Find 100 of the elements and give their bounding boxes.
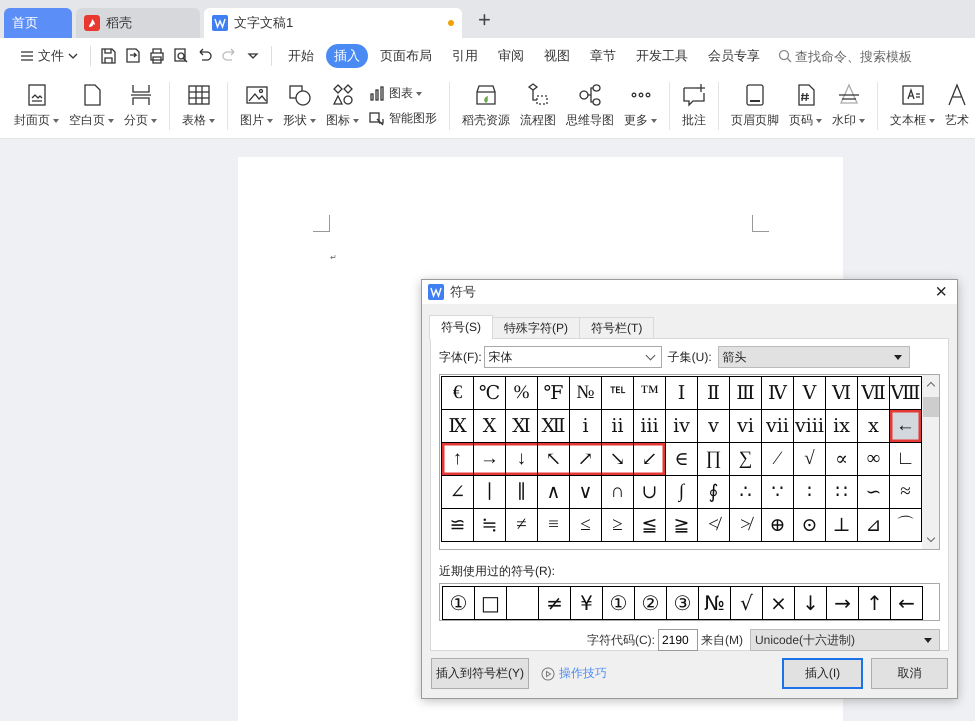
symbol-cell[interactable]: Ⅲ bbox=[730, 377, 762, 410]
ribbon-button[interactable]: 更多 bbox=[620, 83, 661, 129]
recent-symbol-cell[interactable]: → bbox=[826, 586, 859, 620]
symbol-cell[interactable]: ∝ bbox=[826, 443, 858, 476]
symbol-cell[interactable]: ∫ bbox=[666, 476, 698, 509]
symbol-cell[interactable]: ∴ bbox=[730, 476, 762, 509]
symbol-cell[interactable]: ∑ bbox=[730, 443, 762, 476]
symbol-cell[interactable]: ⅶ bbox=[762, 410, 794, 443]
recent-symbol-cell[interactable]: ¥ bbox=[570, 586, 603, 620]
recent-symbol-cell[interactable]: ≠ bbox=[538, 586, 571, 620]
symbol-cell[interactable]: ↖ bbox=[538, 443, 570, 476]
symbol-cell[interactable]: ℃ bbox=[474, 377, 506, 410]
symbol-cell[interactable]: ∧ bbox=[538, 476, 570, 509]
symbol-cell[interactable]: ⅵ bbox=[730, 410, 762, 443]
document-tab[interactable]: 文字文稿1 bbox=[204, 8, 462, 38]
symbol-cell[interactable]: ≦ bbox=[634, 509, 666, 542]
recent-symbol-cell[interactable]: № bbox=[698, 586, 731, 620]
ribbon-button[interactable]: 智能图形 bbox=[365, 110, 441, 127]
recent-symbol-cell[interactable]: ← bbox=[890, 586, 923, 620]
symbol-cell[interactable]: ↗ bbox=[570, 443, 602, 476]
symbol-cell[interactable]: Ⅰ bbox=[666, 377, 698, 410]
symbol-cell[interactable]: ∨ bbox=[570, 476, 602, 509]
ribbon-tab[interactable]: 审阅 bbox=[490, 44, 532, 68]
ribbon-tab[interactable]: 视图 bbox=[536, 44, 578, 68]
symbol-cell[interactable]: € bbox=[442, 377, 474, 410]
ribbon-button[interactable]: 页眉页脚 bbox=[727, 83, 783, 129]
symbol-cell[interactable]: ⅴ bbox=[698, 410, 730, 443]
symbol-cell[interactable]: ↘ bbox=[602, 443, 634, 476]
symbol-cell[interactable]: ≧ bbox=[666, 509, 698, 542]
close-button[interactable]: × bbox=[931, 282, 951, 302]
symbol-cell[interactable]: ↓ bbox=[506, 443, 538, 476]
symbol-cell[interactable]: ≌ bbox=[442, 509, 474, 542]
ribbon-button[interactable]: 思维导图 bbox=[562, 83, 618, 129]
symbol-cell[interactable]: ≠ bbox=[506, 509, 538, 542]
ribbon-button[interactable]: 艺术 bbox=[941, 83, 973, 129]
recent-symbol-cell[interactable] bbox=[506, 586, 539, 620]
recent-symbol-cell[interactable]: □ bbox=[474, 586, 507, 620]
symbol-cell[interactable]: ∪ bbox=[634, 476, 666, 509]
recent-symbol-cell[interactable]: ↓ bbox=[794, 586, 827, 620]
symbol-cell[interactable]: ∶ bbox=[794, 476, 826, 509]
symbol-cell[interactable]: ⅸ bbox=[826, 410, 858, 443]
symbol-cell[interactable]: ↙ bbox=[634, 443, 666, 476]
symbol-cell[interactable]: ⊿ bbox=[858, 509, 890, 542]
symbol-cell[interactable]: ℉ bbox=[538, 377, 570, 410]
symbol-cell[interactable]: ≡ bbox=[538, 509, 570, 542]
symbol-cell[interactable]: Ⅴ bbox=[794, 377, 826, 410]
recent-symbol-cell[interactable]: ③ bbox=[666, 586, 699, 620]
symbol-cell[interactable]: ⅱ bbox=[602, 410, 634, 443]
symbol-cell[interactable]: ∏ bbox=[698, 443, 730, 476]
symbol-cell[interactable]: Ⅳ bbox=[762, 377, 794, 410]
symbol-cell[interactable]: ⅳ bbox=[666, 410, 698, 443]
symbol-cell[interactable]: ∕ bbox=[762, 443, 794, 476]
symbol-cell[interactable]: ⅲ bbox=[634, 410, 666, 443]
scrollbar[interactable] bbox=[922, 375, 939, 549]
symbol-cell[interactable]: ∩ bbox=[602, 476, 634, 509]
symbol-cell[interactable]: ≯ bbox=[730, 509, 762, 542]
ribbon-button[interactable]: 空白页 bbox=[65, 83, 118, 129]
recent-symbol-cell[interactable]: ① bbox=[442, 586, 475, 620]
symbol-cell[interactable]: ∠ bbox=[442, 476, 474, 509]
new-tab-button[interactable]: + bbox=[466, 5, 503, 38]
ribbon-button[interactable]: 表格 bbox=[178, 83, 219, 129]
ribbon-tab[interactable]: 引用 bbox=[444, 44, 486, 68]
symbol-cell[interactable]: ↑ bbox=[442, 443, 474, 476]
symbol-cell[interactable]: Ⅸ bbox=[442, 410, 474, 443]
save-icon[interactable] bbox=[100, 47, 118, 65]
symbol-cell[interactable]: Ⅻ bbox=[538, 410, 570, 443]
symbol-cell[interactable]: ⊙ bbox=[794, 509, 826, 542]
symbol-cell[interactable]: √ bbox=[794, 443, 826, 476]
ribbon-button[interactable]: 图标 bbox=[322, 83, 363, 129]
recent-symbol-cell[interactable]: ↑ bbox=[858, 586, 891, 620]
ribbon-button[interactable]: 文本框 bbox=[886, 83, 939, 129]
symbol-cell[interactable]: → bbox=[474, 443, 506, 476]
symbol-cell[interactable]: Ⅶ bbox=[858, 377, 890, 410]
symbol-cell[interactable]: ≥ bbox=[602, 509, 634, 542]
recent-symbol-cell[interactable]: ② bbox=[634, 586, 667, 620]
symbol-cell[interactable]: ≒ bbox=[474, 509, 506, 542]
recent-symbol-cell[interactable]: √ bbox=[730, 586, 763, 620]
recent-symbol-cell[interactable]: ① bbox=[602, 586, 635, 620]
symbol-cell[interactable]: Ⅵ bbox=[826, 377, 858, 410]
ribbon-button[interactable]: 形状 bbox=[279, 83, 320, 129]
symbol-cell[interactable]: ∷ bbox=[826, 476, 858, 509]
file-menu[interactable]: 文件 bbox=[14, 47, 84, 65]
symbol-cell[interactable]: ∮ bbox=[698, 476, 730, 509]
symbol-cell[interactable]: ™ bbox=[634, 377, 666, 410]
ribbon-button[interactable]: 批注 bbox=[678, 83, 710, 129]
print-icon[interactable] bbox=[148, 47, 166, 65]
recent-symbol-cell[interactable]: × bbox=[762, 586, 795, 620]
ribbon-button[interactable]: 流程图 bbox=[516, 83, 560, 129]
symbol-cell[interactable]: Ⅱ bbox=[698, 377, 730, 410]
subset-dropdown[interactable]: 箭头 bbox=[718, 346, 910, 368]
ribbon-button[interactable]: 封面页 bbox=[10, 83, 63, 129]
dialog-tab[interactable]: 符号栏(T) bbox=[579, 317, 654, 338]
symbol-cell[interactable]: ⊥ bbox=[826, 509, 858, 542]
symbol-cell[interactable]: ∈ bbox=[666, 443, 698, 476]
symbol-cell[interactable]: ≮ bbox=[698, 509, 730, 542]
ribbon-button[interactable]: 分页 bbox=[120, 83, 161, 129]
symbol-cell[interactable]: ∞ bbox=[858, 443, 890, 476]
symbol-cell[interactable]: ∵ bbox=[762, 476, 794, 509]
ribbon-button[interactable]: 稻壳资源 bbox=[458, 83, 514, 129]
add-to-symbol-bar-button[interactable]: 插入到符号栏(Y) bbox=[431, 658, 529, 689]
